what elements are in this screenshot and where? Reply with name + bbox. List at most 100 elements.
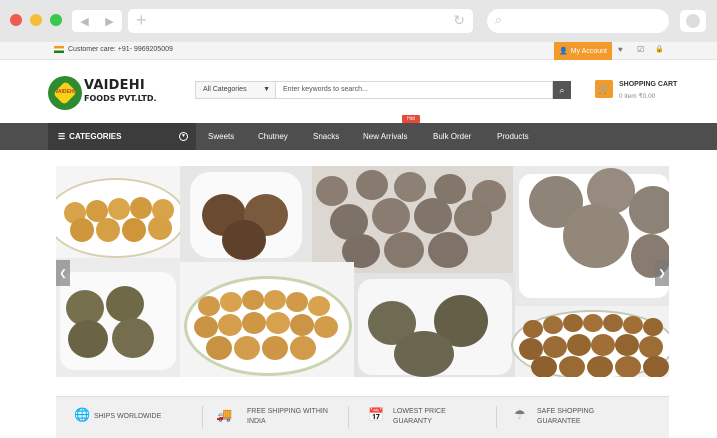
new-tab-icon[interactable]: + [136, 11, 147, 29]
ladoo [198, 296, 220, 316]
search-placeholder: Enter keywords to search... [283, 86, 368, 93]
slide-image-dryfruit-ladoos [180, 166, 312, 262]
back-arrow-icon[interactable]: ◀ [80, 15, 88, 28]
search-input[interactable]: Enter keywords to search... [276, 81, 553, 99]
ladoo [629, 186, 669, 234]
ladoo [148, 216, 172, 240]
menu-item-new-arrivals[interactable]: New Arrivals [363, 132, 407, 141]
ladoo [106, 286, 144, 322]
feature-safe-shopping: SAFE SHOPPING GUARANTEE [537, 408, 595, 425]
search-button[interactable]: ⌕ [553, 81, 571, 99]
menu-item-chutney[interactable]: Chutney [258, 132, 288, 141]
menu-item-bulk-order[interactable]: Bulk Order [433, 132, 471, 141]
slide-image-besan-ladoos [180, 262, 354, 377]
lock-icon[interactable]: 🔒 [655, 45, 664, 53]
ladoo [591, 334, 615, 356]
ladoo [108, 198, 130, 220]
customer-care: Customer care: +91- 9969205009 [54, 46, 173, 53]
profile-avatar[interactable] [680, 10, 706, 32]
categories-menu[interactable]: ☰ CATEGORIES ▼ [48, 123, 196, 150]
logo-mark-text: VAIDEHI [55, 89, 75, 95]
reload-icon[interactable]: ↻ [453, 12, 465, 29]
ladoo [603, 314, 623, 332]
compare-icon[interactable]: ☑ [637, 45, 644, 54]
maximize-window-dot[interactable] [50, 14, 62, 26]
hot-badge: Hot [402, 115, 420, 123]
hamburger-icon: ☰ [58, 132, 66, 141]
address-bar[interactable]: + ↻ [128, 9, 473, 33]
ladoo [290, 336, 316, 360]
browser-nav-buttons: ◀ ▶ [72, 10, 122, 32]
search-icon: ⌕ [559, 84, 565, 95]
category-select[interactable]: All Categories ▼ [195, 81, 276, 99]
ladoo [583, 314, 603, 332]
ladoo [194, 316, 218, 338]
close-window-dot[interactable] [10, 14, 22, 26]
ladoo [623, 316, 643, 334]
top-bar: Customer care: +91- 9969205009 👤 My Acco… [0, 42, 717, 60]
ladoo [242, 312, 266, 334]
ladoo [264, 290, 286, 310]
menu-item-snacks[interactable]: Snacks [313, 132, 339, 141]
menu-item-products[interactable]: Products [497, 132, 529, 141]
cart-count[interactable]: 0 item ₹0.00 [619, 92, 655, 100]
minimize-window-dot[interactable] [30, 14, 42, 26]
slide-image-green-ladoos [56, 258, 180, 377]
ladoo [122, 218, 146, 242]
my-account-label: My Account [570, 47, 607, 55]
ladoo [290, 314, 314, 336]
ladoo [563, 314, 583, 332]
feature-ships-worldwide: SHIPS WORLDWIDE [94, 413, 162, 420]
ladoo [543, 316, 563, 334]
slide-image-brown-ladoos [511, 306, 669, 377]
slider-next-button[interactable]: ❯ [655, 260, 669, 286]
feature-lowest-price: LOWEST PRICE GUARANTY [393, 408, 446, 425]
category-select-value: All Categories [203, 86, 247, 93]
ladoo [531, 356, 557, 377]
ladoo [96, 218, 120, 242]
ladoo [242, 290, 264, 310]
ladoo [559, 356, 585, 377]
hero-slider[interactable] [56, 166, 669, 377]
search-icon: ⌕ [495, 12, 503, 27]
browser-toolbar: ◀ ▶ + ↻ ⌕ [0, 0, 717, 42]
menu-item-sweets[interactable]: Sweets [208, 132, 234, 141]
divider [348, 406, 349, 428]
ladoo [639, 336, 663, 358]
logo-subtitle: FOODS PVT.LTD. [84, 94, 157, 103]
globe-icon: 🌐 [74, 407, 91, 422]
forward-arrow-icon[interactable]: ▶ [105, 15, 113, 28]
ladoo [112, 318, 154, 358]
ladoo [567, 334, 591, 356]
slide-image-grey-ladoos [312, 166, 513, 273]
ladoo [308, 296, 330, 316]
my-account-button[interactable]: 👤 My Account [554, 42, 612, 60]
slider-prev-button[interactable]: ❮ [56, 260, 70, 286]
ladoo [206, 336, 232, 360]
logo-name: VAIDEHI [84, 78, 145, 93]
ladoo [286, 292, 308, 312]
ladoo [222, 220, 266, 260]
categories-label: CATEGORIES [69, 132, 122, 141]
ladoo [615, 334, 639, 356]
calendar-icon: 📅 [368, 407, 385, 422]
wishlist-icon[interactable]: ♥ [618, 45, 623, 54]
ladoo [314, 316, 338, 338]
ladoo [587, 356, 613, 377]
ladoo [234, 336, 260, 360]
divider [202, 406, 203, 428]
slide-image-herb-ladoos [354, 273, 515, 377]
cart-title[interactable]: SHOPPING CART [619, 81, 677, 88]
browser-window: ◀ ▶ + ↻ ⌕ Customer care: +91- 9969205009… [0, 0, 717, 438]
ladoo [523, 320, 543, 338]
ladoo [643, 356, 669, 377]
truck-icon: 🚚 [216, 407, 233, 422]
ladoo [218, 314, 242, 336]
ladoo [543, 336, 567, 358]
browser-search-bar[interactable]: ⌕ [487, 9, 669, 33]
customer-care-text: Customer care: +91- 9969205009 [68, 46, 173, 53]
site-logo[interactable]: VAIDEHI VAIDEHI FOODS PVT.LTD. [48, 76, 158, 110]
ladoo [316, 176, 348, 206]
shopping-cart-icon[interactable]: 🛒 [595, 80, 613, 98]
chevron-down-icon: ▼ [179, 132, 188, 141]
